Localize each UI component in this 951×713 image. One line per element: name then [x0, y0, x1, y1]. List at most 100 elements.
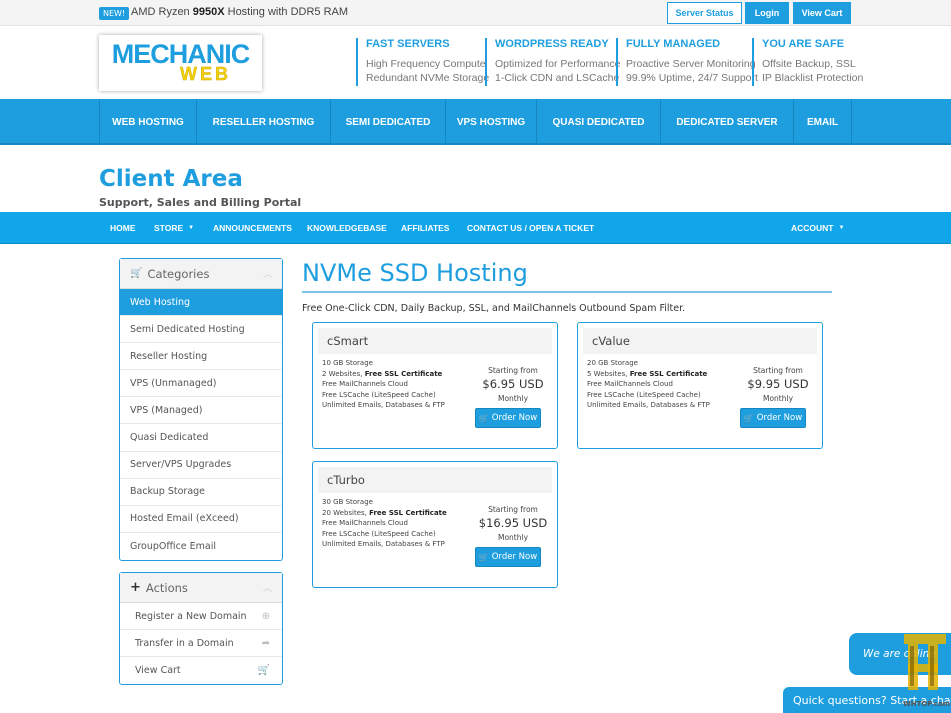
feature-wordpress-ready: WORDPRESS READY Optimized for Performanc… [495, 38, 620, 90]
feature-line: Offsite Backup, SSL [762, 58, 856, 70]
category-reseller[interactable]: Reseller Hosting [120, 343, 282, 371]
actions-panel: + Actions ︿ Register a New Domain ⊕ Trans… [119, 572, 283, 685]
server-status-button[interactable]: Server Status [667, 2, 742, 24]
actions-title: Actions [145, 580, 188, 595]
product-card-cturbo: cTurbo 30 GB Storage 20 Websites, Free S… [312, 461, 558, 588]
product-name: cValue [583, 328, 817, 354]
logo-text-top: MECHANIC [111, 39, 250, 69]
product-name: cTurbo [318, 467, 552, 493]
product-card-cvalue: cValue 20 GB Storage 5 Websites, Free SS… [577, 322, 823, 449]
cart-icon: 🛒 [130, 268, 143, 279]
feature-line: 99.9% Uptime, 24/7 Support [626, 72, 758, 84]
view-cart-button[interactable]: View Cart [793, 2, 851, 24]
action-label: Register a New Domain [135, 610, 247, 622]
logo-text-bottom: WEB [180, 64, 231, 84]
product-name: cSmart [318, 328, 552, 354]
product-price: Starting from $16.95 USD Monthly [478, 505, 548, 542]
order-now-button[interactable]: 🛒 Order Now [475, 408, 541, 428]
feature-title: FULLY MANAGED [626, 38, 721, 50]
nav-quasi-dedicated[interactable]: QUASI DEDICATED [536, 99, 660, 145]
feature-divider [616, 38, 618, 86]
page-title: NVMe SSD Hosting [302, 259, 528, 287]
categories-panel: 🛒 Categories ︿ Web Hosting Semi Dedicate… [119, 258, 283, 561]
nav-semi-dedicated[interactable]: SEMI DEDICATED [330, 99, 445, 145]
top-bar: NEW! AMD Ryzen 9950X Hosting with DDR5 R… [0, 0, 951, 26]
subnav-contact[interactable]: CONTACT US / OPEN A TICKET [467, 212, 594, 243]
cart-icon: 🛒 [478, 552, 489, 562]
category-quasi-dedicated[interactable]: Quasi Dedicated [120, 424, 282, 452]
subnav-store[interactable]: STORE ▼ [154, 212, 194, 243]
sub-nav: HOME STORE ▼ ANNOUNCEMENTS KNOWLEDGEBASE … [0, 212, 951, 244]
login-button[interactable]: Login [745, 2, 789, 24]
category-vps-unmanaged[interactable]: VPS (Unmanaged) [120, 370, 282, 398]
cart-icon: 🛒 [257, 665, 270, 676]
watermark-text: WHTOP.com [903, 700, 951, 708]
main-nav: WEB HOSTING RESELLER HOSTING SEMI DEDICA… [0, 99, 951, 145]
feature-title: WORDPRESS READY [495, 38, 609, 50]
nav-reseller-hosting[interactable]: RESELLER HOSTING [196, 99, 330, 145]
subnav-announcements[interactable]: ANNOUNCEMENTS [213, 212, 292, 243]
feature-line: IP Blacklist Protection [762, 72, 864, 84]
feature-title: YOU ARE SAFE [762, 38, 845, 50]
nav-vps-hosting[interactable]: VPS HOSTING [445, 99, 536, 145]
categories-header[interactable]: 🛒 Categories ︿ [120, 259, 282, 289]
nav-email[interactable]: EMAIL [793, 99, 852, 145]
chevron-up-icon[interactable]: ︿ [263, 267, 272, 280]
feature-fast-servers: FAST SERVERS High Frequency Compute Redu… [366, 38, 489, 90]
feature-line: Redundant NVMe Storage [366, 72, 490, 84]
subnav-account[interactable]: ACCOUNT ▼ [791, 212, 844, 243]
action-label: Transfer in a Domain [135, 637, 234, 649]
category-upgrades[interactable]: Server/VPS Upgrades [120, 452, 282, 479]
nav-web-hosting[interactable]: WEB HOSTING [99, 99, 196, 145]
category-vps-managed[interactable]: VPS (Managed) [120, 397, 282, 425]
globe-icon: ⊕ [261, 610, 270, 622]
product-price: Starting from $9.95 USD Monthly [747, 366, 809, 403]
nav-dedicated-server[interactable]: DEDICATED SERVER [660, 99, 793, 145]
subnav-affiliates[interactable]: AFFILIATES [401, 212, 449, 243]
categories-title: Categories [147, 266, 210, 281]
register-domain-link[interactable]: Register a New Domain ⊕ [120, 603, 282, 630]
action-label: View Cart [135, 665, 181, 676]
cart-icon: 🛒 [743, 413, 754, 423]
feature-divider [356, 38, 358, 86]
product-card-csmart: cSmart 10 GB Storage 2 Websites, Free SS… [312, 322, 558, 449]
feature-divider [485, 38, 487, 86]
feature-line: Optimized for Performance [495, 58, 621, 70]
feature-line: 1-Click CDN and LSCache [495, 72, 620, 84]
title-divider [302, 291, 832, 293]
new-badge: NEW! [99, 7, 130, 20]
plus-icon: + [130, 580, 141, 595]
feature-fully-managed: FULLY MANAGED Proactive Server Monitorin… [626, 38, 758, 90]
category-semi-dedicated[interactable]: Semi Dedicated Hosting [120, 316, 282, 344]
promo-text[interactable]: AMD Ryzen 9950X Hosting with DDR5 RAM [131, 6, 348, 18]
category-groupoffice[interactable]: GroupOffice Email [120, 533, 282, 560]
subnav-home[interactable]: HOME [110, 212, 136, 243]
feature-divider [752, 38, 754, 86]
category-backup-storage[interactable]: Backup Storage [120, 479, 282, 506]
share-arrow-icon: ➦ [261, 637, 270, 649]
subnav-knowledgebase[interactable]: KNOWLEDGEBASE [307, 212, 387, 243]
order-now-button[interactable]: 🛒 Order Now [475, 547, 541, 567]
page-description: Free One-Click CDN, Daily Backup, SSL, a… [302, 303, 686, 314]
product-price: Starting from $6.95 USD Monthly [482, 366, 544, 403]
client-area-subtitle: Support, Sales and Billing Portal [99, 196, 302, 209]
actions-header[interactable]: + Actions ︿ [120, 573, 282, 603]
product-features: 10 GB Storage 2 Websites, Free SSL Certi… [322, 359, 445, 410]
product-features: 20 GB Storage 5 Websites, Free SSL Certi… [587, 359, 710, 410]
feature-line: High Frequency Compute [366, 58, 486, 70]
view-cart-link[interactable]: View Cart 🛒 [120, 657, 282, 684]
product-features: 30 GB Storage 20 Websites, Free SSL Cert… [322, 498, 447, 549]
watermark-logo [904, 634, 946, 690]
chevron-down-icon: ▼ [188, 224, 195, 231]
logo[interactable]: MECHANIC WEB [99, 35, 262, 91]
feature-you-are-safe: YOU ARE SAFE Offsite Backup, SSL IP Blac… [762, 38, 863, 90]
transfer-domain-link[interactable]: Transfer in a Domain ➦ [120, 630, 282, 657]
category-hosted-email[interactable]: Hosted Email (eXceed) [120, 506, 282, 533]
feature-title: FAST SERVERS [366, 38, 450, 50]
feature-line: Proactive Server Monitoring [626, 58, 756, 70]
client-area-title: Client Area [99, 166, 243, 192]
chevron-up-icon[interactable]: ︿ [263, 581, 272, 594]
category-web-hosting[interactable]: Web Hosting [120, 289, 282, 317]
order-now-button[interactable]: 🛒 Order Now [740, 408, 806, 428]
cart-icon: 🛒 [478, 413, 489, 423]
